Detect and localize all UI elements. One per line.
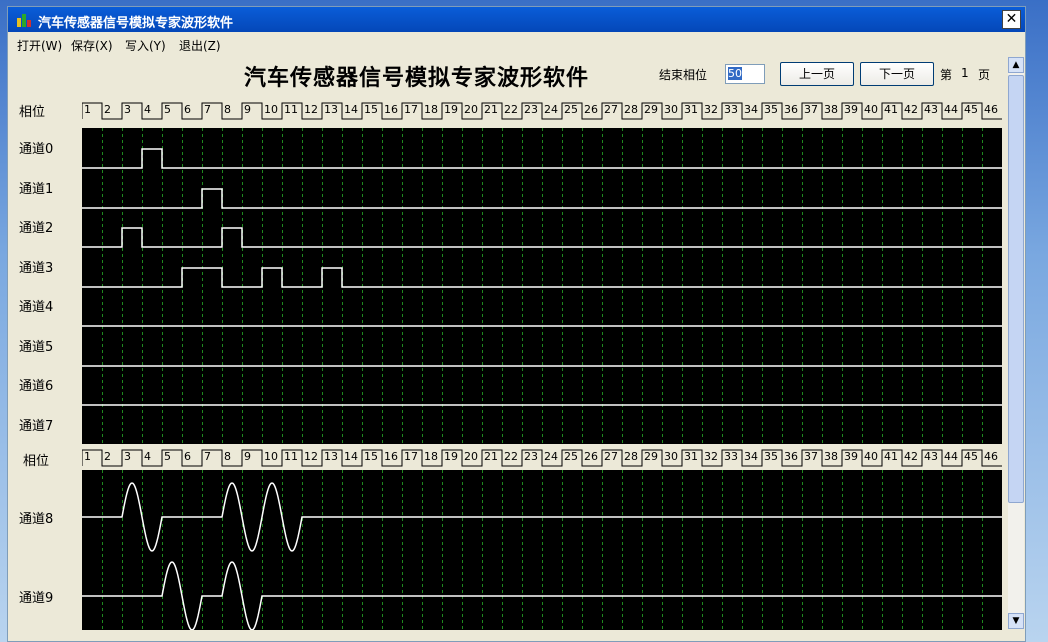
channel-label: 通道2 <box>19 221 54 236</box>
close-button[interactable]: ✕ <box>1002 10 1021 29</box>
scroll-down-arrow-icon[interactable]: ▼ <box>1008 613 1024 629</box>
page-number: 1 <box>961 66 969 80</box>
channel-label: 通道6 <box>19 379 54 394</box>
next-page-button[interactable]: 下一页 <box>860 62 934 86</box>
page-suffix: 页 <box>978 68 991 82</box>
page-headline: 汽车传感器信号模拟专家波形软件 <box>244 65 590 91</box>
channel-label: 通道3 <box>19 261 54 276</box>
end-phase-input[interactable]: 50 <box>725 64 765 84</box>
menu-save[interactable]: 保存(X) <box>71 37 113 54</box>
menu-bar: 打开(W) 保存(X) 写入(Y) 退出(Z) <box>8 34 998 56</box>
menu-exit[interactable]: 退出(Z) <box>179 37 221 54</box>
channel-label: 通道0 <box>19 142 54 157</box>
end-phase-label: 结束相位 <box>659 68 708 82</box>
phase-label-bottom: 相位 <box>23 454 50 469</box>
channel-label: 通道4 <box>19 300 54 315</box>
page-prefix: 第 <box>940 68 953 82</box>
window-title: 汽车传感器信号模拟专家波形软件 <box>38 16 234 31</box>
phase-ruler-bottom: 1 2 3 4 5 6 7 8 9 10 11 12 13 14 15 16 17 18 19 20 21 22 23 24 2… <box>82 448 1002 468</box>
vertical-scrollbar[interactable]: ▲ ▼ <box>1008 57 1024 629</box>
app-icon <box>17 14 31 27</box>
ruler-outline <box>82 449 1002 467</box>
digital-waveform-plot[interactable] <box>82 128 1002 444</box>
phase-ruler-top: 1 2 3 4 5 6 7 8 9 10 11 12 13 14 15 16 17 18 19 20 21 22 23 24 2… <box>82 101 1002 121</box>
main-window: 汽车传感器信号模拟专家波形软件 ✕ 打开(W) 保存(X) 写入(Y) 退出(Z… <box>7 6 1026 642</box>
menu-write[interactable]: 写入(Y) <box>125 37 166 54</box>
scroll-thumb[interactable] <box>1008 75 1024 503</box>
scroll-up-arrow-icon[interactable]: ▲ <box>1008 57 1024 73</box>
ruler-outline <box>82 102 1002 120</box>
analog-waveform-plot[interactable] <box>82 470 1002 630</box>
title-bar: 汽车传感器信号模拟专家波形软件 ✕ <box>8 7 1025 32</box>
channel-label: 通道1 <box>19 182 54 197</box>
channel-label: 通道5 <box>19 340 54 355</box>
channel-label: 通道9 <box>19 591 54 606</box>
phase-label-top: 相位 <box>19 105 46 120</box>
prev-page-button[interactable]: 上一页 <box>780 62 854 86</box>
channel-label: 通道7 <box>19 419 54 434</box>
menu-open[interactable]: 打开(W) <box>17 37 62 54</box>
end-phase-value: 50 <box>728 67 742 80</box>
channel-label: 通道8 <box>19 512 54 527</box>
